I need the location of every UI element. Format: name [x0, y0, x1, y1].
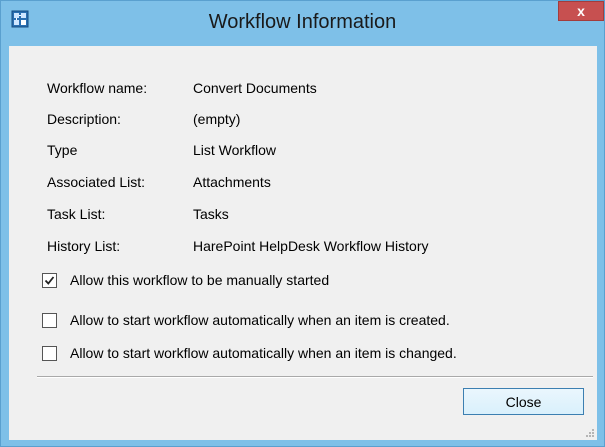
- field-value: Convert Documents: [193, 80, 317, 96]
- checkmark-icon: [44, 276, 55, 285]
- close-button[interactable]: Close: [463, 388, 584, 415]
- divider: [37, 376, 593, 378]
- option-label: Allow to start workflow automatically wh…: [70, 312, 450, 328]
- window-title: Workflow Information: [208, 11, 397, 33]
- field-value: List Workflow: [193, 142, 276, 158]
- field-value: HarePoint HelpDesk Workflow History: [193, 238, 429, 254]
- close-window-icon[interactable]: x: [558, 1, 604, 21]
- title-bar[interactable]: Workflow Information x: [1, 1, 604, 46]
- option-label: Allow this workflow to be manually start…: [70, 272, 330, 288]
- dialog-window: Workflow Information x Workflow name: Co…: [0, 0, 605, 447]
- resize-grip-icon[interactable]: [585, 428, 595, 438]
- start-on-create-checkbox[interactable]: [42, 313, 57, 328]
- manual-start-checkbox[interactable]: [42, 273, 57, 288]
- field-value: Attachments: [193, 174, 271, 190]
- field-label: Type: [47, 142, 78, 158]
- option-label: Allow to start workflow automatically wh…: [70, 345, 457, 361]
- dialog-client-area: Workflow name: Convert Documents Descrip…: [9, 46, 597, 440]
- field-label: Associated List:: [47, 174, 146, 190]
- field-label: Workflow name:: [47, 80, 148, 96]
- field-label: Description:: [47, 111, 121, 127]
- field-label: History List:: [47, 238, 121, 254]
- field-value: Tasks: [193, 206, 229, 222]
- field-value: (empty): [193, 111, 241, 127]
- start-on-change-checkbox[interactable]: [42, 346, 57, 361]
- field-label: Task List:: [47, 206, 106, 222]
